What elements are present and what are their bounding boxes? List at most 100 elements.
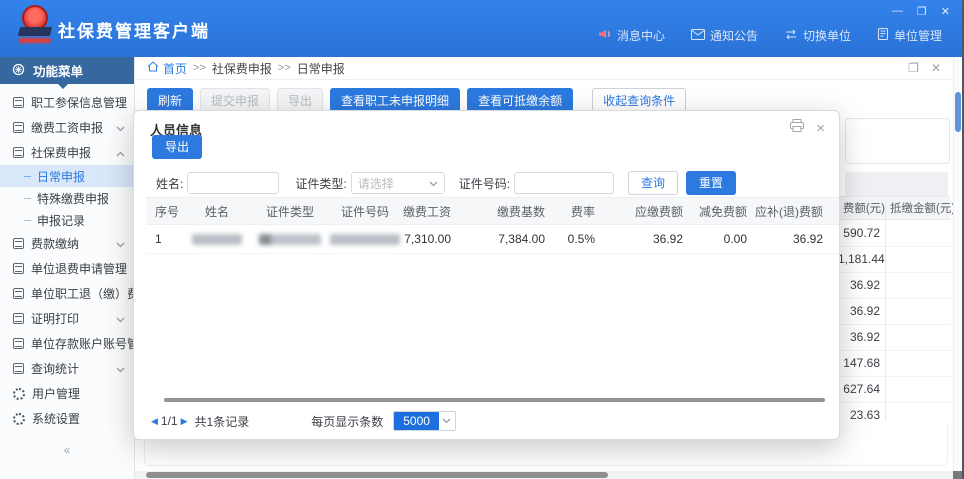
- sidebar-header: 功能菜单: [0, 57, 134, 84]
- scrollbar-corner: [953, 471, 962, 479]
- table-row: 36.92: [838, 299, 950, 325]
- print-icon: [13, 313, 24, 324]
- chart-icon: [13, 363, 24, 374]
- sidebar-item-salary-declare[interactable]: 缴费工资申报: [0, 115, 134, 140]
- sidebar-item-employee-refund[interactable]: 单位职工退（缴）费申请管理: [0, 281, 134, 306]
- background-table-divider: [885, 196, 886, 421]
- chevron-down-icon: [116, 121, 125, 135]
- home-icon: [147, 61, 159, 75]
- vertical-scrollbar[interactable]: [953, 57, 962, 471]
- restore-pane-icon[interactable]: ❐: [908, 61, 919, 75]
- seq-cell: 1: [146, 232, 181, 246]
- close-icon[interactable]: ✕: [941, 5, 950, 18]
- unit-management-button[interactable]: 单位管理: [877, 27, 942, 44]
- next-page-icon[interactable]: ▶: [181, 416, 188, 427]
- print-icon[interactable]: [790, 119, 804, 137]
- cert-type-select[interactable]: 请选择: [351, 172, 445, 194]
- sidebar-item-unit-refund[interactable]: 单位退费申请管理: [0, 256, 134, 281]
- reset-button[interactable]: 重置: [686, 171, 736, 195]
- horizontal-scrollbar[interactable]: [135, 471, 953, 479]
- minimize-icon[interactable]: —: [892, 5, 903, 18]
- breadcrumb-item[interactable]: 日常申报: [297, 60, 345, 77]
- amount-cell: 627.64: [838, 377, 885, 402]
- breadcrumb: 首页 >> 社保费申报 >> 日常申报 ❐ ✕: [135, 57, 953, 80]
- notice-button[interactable]: 通知公告: [691, 27, 758, 44]
- sidebar-collapse-button[interactable]: «: [0, 443, 134, 457]
- sidebar-item-social-declare[interactable]: 社保费申报: [0, 140, 134, 165]
- pane-controls: ❐ ✕: [908, 61, 941, 75]
- megaphone-icon: [598, 28, 612, 43]
- form-icon: [13, 288, 24, 299]
- amount-cell: 36.92: [838, 325, 885, 350]
- sidebar-item-fee-payment[interactable]: 费款缴纳: [0, 231, 134, 256]
- vertical-scrollbar-thumb[interactable]: [955, 92, 961, 132]
- column-header: 费率: [553, 203, 603, 220]
- dialog-controls: ×: [790, 119, 825, 137]
- chevron-down-icon: [429, 176, 438, 190]
- titlebar-menu: 消息中心 通知公告 切换单位 单位管理: [598, 27, 942, 44]
- sidebar-item-system-settings[interactable]: 系统设置: [0, 406, 134, 431]
- name-label: 姓名:: [156, 175, 183, 192]
- breadcrumb-home[interactable]: 首页: [147, 60, 187, 77]
- column-header: 费额(元): [838, 200, 890, 216]
- sidebar-item-declare-records[interactable]: 申报记录: [0, 209, 134, 231]
- sidebar-item-query-statistics[interactable]: 查询统计: [0, 356, 134, 381]
- page-indicator: 1/1: [161, 414, 178, 428]
- column-header: 证件号码: [327, 203, 403, 220]
- switch-unit-button[interactable]: 切换单位: [784, 27, 851, 44]
- page-size-select[interactable]: 5000: [393, 411, 456, 431]
- horizontal-scrollbar-thumb[interactable]: [146, 472, 608, 478]
- sidebar-item-special-declare[interactable]: 特殊缴费申报: [0, 187, 134, 209]
- sidebar-item-certificate-print[interactable]: 证明打印: [0, 306, 134, 331]
- prev-page-icon[interactable]: ◀: [151, 416, 158, 427]
- column-header: 缴费工资: [403, 203, 459, 220]
- cert-type-label: 证件类型:: [295, 175, 346, 192]
- name-input[interactable]: [187, 172, 279, 194]
- gear-icon: [13, 413, 25, 425]
- gear-icon: [13, 388, 25, 400]
- breadcrumb-item[interactable]: 社保费申报: [212, 60, 272, 77]
- background-section-bar: [845, 172, 948, 196]
- card-icon: [13, 338, 24, 349]
- chevron-down-icon: [439, 412, 455, 430]
- sidebar-item-bank-account[interactable]: 单位存款账户账号管理: [0, 331, 134, 356]
- chevron-down-icon: [116, 237, 125, 251]
- document-icon: [877, 28, 889, 43]
- column-header: 应补(退)费额: [755, 203, 831, 220]
- maximize-icon[interactable]: ❐: [917, 5, 927, 18]
- edit-icon: [13, 122, 24, 133]
- cert-no-cell-redacted: [327, 234, 403, 245]
- amount-cell: 36.92: [838, 273, 885, 298]
- column-header: 应缴费额: [603, 203, 691, 220]
- dialog-export-button[interactable]: 导出: [152, 135, 202, 159]
- table-horizontal-scrollbar[interactable]: [164, 398, 825, 402]
- message-center-button[interactable]: 消息中心: [598, 27, 665, 44]
- sidebar-item-daily-declare[interactable]: 日常申报: [0, 165, 134, 187]
- column-header: 姓名: [181, 203, 253, 220]
- amount-cell: 590.72: [838, 221, 885, 246]
- sidebar-item-user-management[interactable]: 用户管理: [0, 381, 134, 406]
- supplement-cell: 36.92: [755, 232, 831, 246]
- sidebar: 功能菜单 职工参保信息管理 缴费工资申报 社保费申报 日常申报 特殊缴费申报 申…: [0, 57, 135, 479]
- breadcrumb-separator: >>: [193, 62, 206, 74]
- background-table-rows: 590.72 1,181.44 36.92 36.92 36.92 147.68…: [838, 221, 950, 429]
- column-header: 减免费额: [691, 203, 755, 220]
- amount-cell: 36.92: [838, 299, 885, 324]
- mail-icon: [691, 29, 705, 43]
- table-row: 36.92: [838, 273, 950, 299]
- cert-no-label: 证件号码:: [459, 175, 510, 192]
- folder-icon: [13, 238, 24, 249]
- chevron-up-icon: [116, 146, 125, 160]
- record-count: 共1条记录: [195, 413, 250, 430]
- close-pane-icon[interactable]: ✕: [931, 61, 941, 75]
- amount-cell: 1,181.44: [838, 247, 885, 272]
- table-row: 147.68: [838, 351, 950, 377]
- cert-no-input[interactable]: [514, 172, 614, 194]
- table-row[interactable]: 1 7,310.00 7,384.00 0.5% 36.92 0.00 36.9…: [146, 225, 839, 254]
- query-button[interactable]: 查询: [628, 171, 678, 195]
- pagination: ◀ 1/1 ▶ 共1条记录 每页显示条数 5000: [148, 408, 456, 434]
- close-icon[interactable]: ×: [816, 121, 825, 136]
- swap-icon: [784, 29, 798, 43]
- person-table: 序号 姓名 证件类型 证件号码 缴费工资 缴费基数 费率 应缴费额 减免费额 应…: [146, 197, 839, 254]
- reduction-cell: 0.00: [691, 232, 755, 246]
